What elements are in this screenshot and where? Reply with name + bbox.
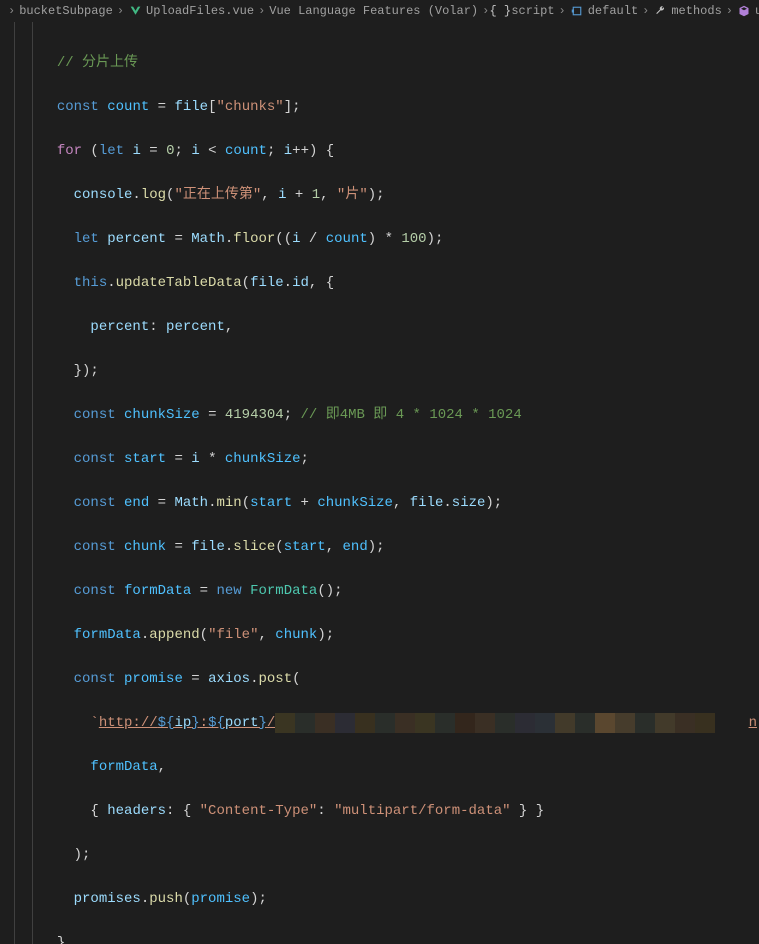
breadcrumb-item-volar[interactable]: Vue Language Features (Volar) [269, 0, 478, 22]
chevron-right-icon: › [726, 0, 733, 22]
breadcrumb-label: Vue Language Features (Volar) [269, 0, 478, 22]
breadcrumb-item-methods[interactable]: methods [653, 0, 721, 22]
vue-icon [128, 4, 142, 18]
breadcrumb-label: UploadFiles.vue [146, 0, 254, 22]
breadcrumb-label: default [588, 0, 638, 22]
breadcrumb-item-method[interactable]: uploadFile [737, 0, 759, 22]
breadcrumb-label: script [511, 0, 554, 22]
wrench-icon [653, 4, 667, 18]
chevron-right-icon: › [642, 0, 649, 22]
breadcrumb-label: bucketSubpage [19, 0, 113, 22]
gutter [0, 22, 40, 944]
breadcrumb-label: methods [671, 0, 721, 22]
chevron-right-icon: › [559, 0, 566, 22]
breadcrumb-item-folder[interactable]: bucketSubpage [19, 0, 113, 22]
cube-icon [737, 4, 751, 18]
breadcrumb-item-script[interactable]: { } script [493, 0, 554, 22]
code-comment: // 分片上传 [57, 55, 138, 71]
chevron-right-icon: › [258, 0, 265, 22]
code-line-redacted: `http://${ip}:${port}/n [40, 712, 759, 734]
module-icon [570, 4, 584, 18]
braces-icon: { } [493, 4, 507, 18]
breadcrumb-item-default[interactable]: default [570, 0, 638, 22]
chevron-right-icon: › [117, 0, 124, 22]
code-editor[interactable]: // 分片上传 const count = file["chunks"]; fo… [0, 22, 759, 944]
chevron-right-icon: › [482, 0, 489, 22]
breadcrumb-label: uploadFile [755, 0, 759, 22]
code-area[interactable]: // 分片上传 const count = file["chunks"]; fo… [40, 22, 759, 944]
url-text: http://${ip}:${port}/ [99, 715, 275, 731]
breadcrumb-item-file[interactable]: UploadFiles.vue [128, 0, 254, 22]
breadcrumb: › bucketSubpage › UploadFiles.vue › Vue … [0, 0, 759, 22]
chevron-right-icon: › [8, 0, 15, 22]
